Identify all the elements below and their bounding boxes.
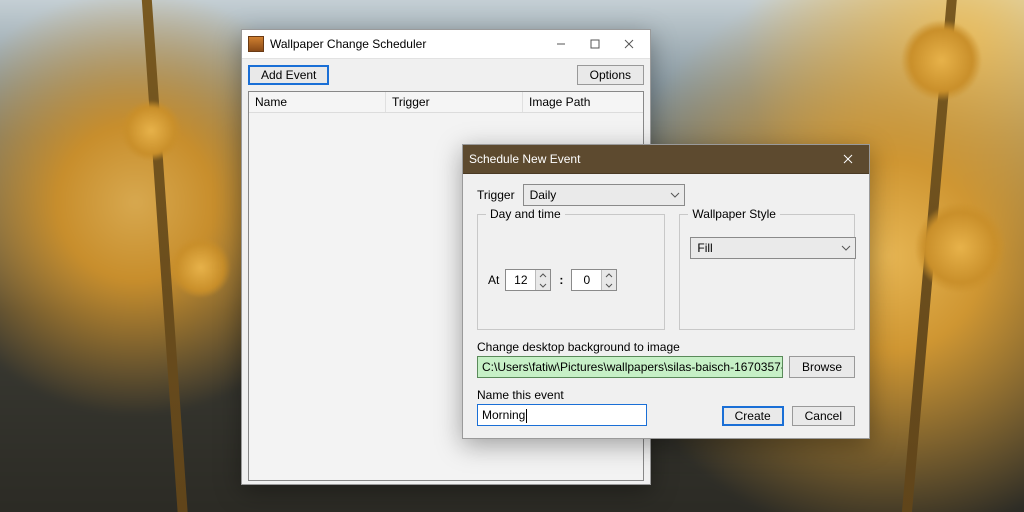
chevron-down-icon[interactable] xyxy=(536,280,550,290)
trigger-select[interactable]: Daily xyxy=(523,184,685,206)
wallpaper-style-legend: Wallpaper Style xyxy=(688,207,780,221)
chevron-down-icon[interactable] xyxy=(602,280,616,290)
dialog-title: Schedule New Event xyxy=(469,152,580,166)
event-name-input[interactable]: Morning xyxy=(477,404,647,426)
list-header: Name Trigger Image Path xyxy=(249,92,643,113)
trigger-value: Daily xyxy=(530,188,557,202)
cancel-button[interactable]: Cancel xyxy=(792,406,855,426)
stepper-arrows[interactable] xyxy=(535,270,550,290)
minute-value: 0 xyxy=(572,270,601,290)
create-button[interactable]: Create xyxy=(722,406,784,426)
minimize-icon[interactable] xyxy=(544,33,578,55)
at-label: At xyxy=(488,273,499,287)
time-separator: : xyxy=(557,273,565,287)
window-title: Wallpaper Change Scheduler xyxy=(270,37,426,51)
day-time-legend: Day and time xyxy=(486,207,565,221)
column-name[interactable]: Name xyxy=(249,92,386,112)
column-trigger[interactable]: Trigger xyxy=(386,92,523,112)
close-icon[interactable] xyxy=(612,33,646,55)
options-button[interactable]: Options xyxy=(577,65,644,85)
dialog-titlebar[interactable]: Schedule New Event xyxy=(463,145,869,174)
column-image-path[interactable]: Image Path xyxy=(523,92,643,112)
chevron-up-icon[interactable] xyxy=(536,270,550,280)
toolbar: Add Event Options xyxy=(242,59,650,91)
hour-value: 12 xyxy=(506,270,535,290)
chevron-up-icon[interactable] xyxy=(602,270,616,280)
image-path-input[interactable]: C:\Users\fatiw\Pictures\wallpapers\silas… xyxy=(477,356,783,378)
chevron-down-icon xyxy=(670,190,680,200)
trigger-label: Trigger xyxy=(477,188,515,202)
wallpaper-style-group: Wallpaper Style Fill xyxy=(679,214,855,330)
schedule-event-dialog: Schedule New Event Trigger Daily Day and… xyxy=(462,144,870,439)
titlebar[interactable]: Wallpaper Change Scheduler xyxy=(242,30,650,59)
event-name-value: Morning xyxy=(482,408,525,422)
change-bg-label: Change desktop background to image xyxy=(477,340,855,354)
text-caret xyxy=(526,409,527,423)
name-event-label: Name this event xyxy=(477,388,855,402)
wallpaper-style-select[interactable]: Fill xyxy=(690,237,856,259)
app-icon xyxy=(248,36,264,52)
wallpaper-style-value: Fill xyxy=(697,241,712,255)
maximize-icon[interactable] xyxy=(578,33,612,55)
stepper-arrows[interactable] xyxy=(601,270,616,290)
day-time-group: Day and time At 12 : 0 xyxy=(477,214,665,330)
chevron-down-icon xyxy=(841,243,851,253)
browse-button[interactable]: Browse xyxy=(789,356,855,378)
close-icon[interactable] xyxy=(831,148,865,170)
minute-stepper[interactable]: 0 xyxy=(571,269,617,291)
add-event-button[interactable]: Add Event xyxy=(248,65,329,85)
hour-stepper[interactable]: 12 xyxy=(505,269,551,291)
